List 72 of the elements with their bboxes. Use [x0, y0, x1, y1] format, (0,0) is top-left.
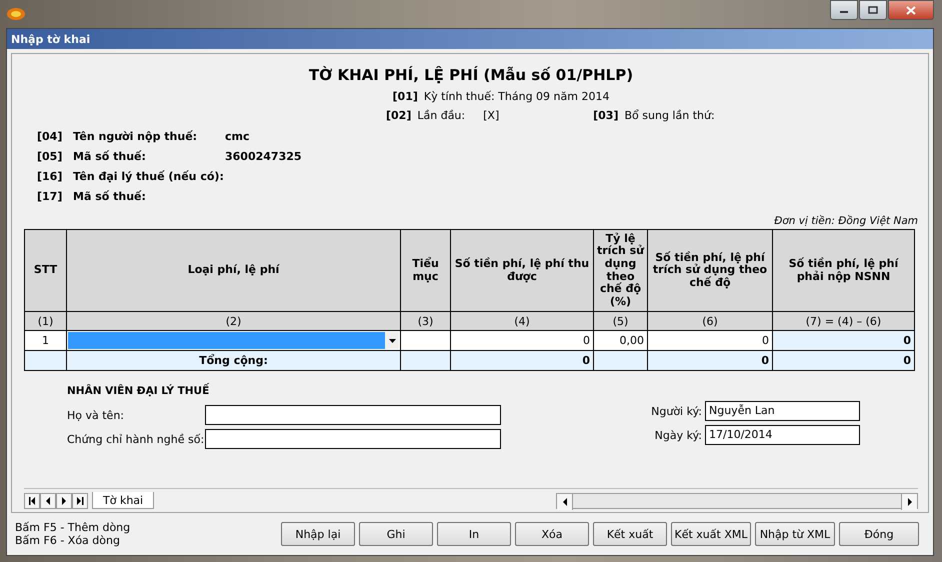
total-label: Tổng cộng:: [66, 350, 400, 370]
app-logo-icon: [6, 6, 26, 22]
column-number: (3): [400, 312, 450, 330]
field-label: Ngày ký:: [654, 428, 702, 442]
maximize-icon: [868, 6, 878, 14]
field-label: Mã số thuế:: [73, 150, 147, 163]
field-label: Lần đầu:: [417, 109, 466, 122]
action-button[interactable]: Kết xuất: [593, 522, 667, 546]
field-code: [02]: [386, 109, 412, 122]
field-label: Họ và tên:: [67, 408, 126, 422]
field-label: Tên đại lý thuế (nếu có):: [73, 170, 225, 183]
column-number: (5): [594, 312, 648, 330]
table-cell: 0: [772, 330, 914, 350]
table-cell[interactable]: 0: [648, 330, 772, 350]
caret-icon: [388, 338, 396, 342]
section-heading: NHÂN VIÊN ĐẠI LÝ THUẾ: [67, 385, 210, 397]
column-header: Tỷ lệ trích sử dụng theo chế độ (%): [594, 230, 648, 312]
minimize-button[interactable]: [830, 0, 858, 20]
field-label: Bổ sung lần thứ:: [624, 109, 715, 122]
column-header: Số tiền phí, lệ phí phải nộp NSNN: [772, 230, 914, 312]
column-header: Số tiền phí, lệ phí trích sử dụng theo chế độ: [648, 230, 772, 312]
input-field[interactable]: 17/10/2014: [705, 425, 860, 445]
column-number: (1): [24, 312, 66, 330]
table-cell: 0: [772, 350, 914, 370]
form-title: TỜ KHAI PHÍ, LỆ PHÍ (Mẫu số 01/PHLP): [308, 66, 634, 84]
field-value: [X]: [483, 109, 500, 122]
close-button[interactable]: [888, 0, 934, 20]
column-number: (6): [648, 312, 772, 330]
column-number: (4): [450, 312, 594, 330]
field-code: [16]: [37, 170, 64, 183]
table-cell: 0: [648, 350, 772, 370]
maximize-button[interactable]: [859, 0, 887, 20]
table-cell[interactable]: 0: [450, 330, 594, 350]
field-code: [04]: [37, 130, 64, 143]
field-label: Chứng chỉ hành nghề số:: [67, 432, 205, 446]
action-button[interactable]: Xóa: [515, 522, 589, 546]
action-button[interactable]: Nhập lại: [281, 522, 355, 546]
input-field[interactable]: [205, 405, 501, 425]
field-value: 3600247325: [225, 150, 303, 163]
column-number: (2): [66, 312, 400, 330]
input-field[interactable]: Nguyễn Lan: [705, 401, 860, 421]
column-header: Tiểu mục: [400, 230, 450, 312]
action-button[interactable]: In: [437, 522, 511, 546]
action-button[interactable]: Đóng: [839, 522, 919, 546]
shortcut-hint: Bấm F5 - Thêm dòng: [15, 521, 130, 534]
dialog-title: Nhập tờ khai: [7, 29, 933, 49]
fee-type-dropdown[interactable]: [66, 330, 400, 350]
field-label: Người ký:: [651, 404, 702, 418]
column-header: Số tiền phí, lệ phí thu được: [450, 230, 594, 312]
close-icon: [906, 6, 916, 14]
field-code: [01]: [392, 90, 418, 103]
input-field[interactable]: [205, 429, 501, 449]
column-number: (7) = (4) – (6): [772, 312, 914, 330]
field-value: cmc: [225, 130, 251, 143]
column-header: STT: [24, 230, 66, 312]
field-code: [17]: [37, 190, 64, 203]
currency-note: Đơn vị tiền: Đồng Việt Nam: [774, 215, 918, 227]
field-code: [03]: [593, 109, 618, 122]
table-cell: 0: [450, 350, 594, 370]
table-cell[interactable]: 0,00: [594, 330, 648, 350]
sheet-tab[interactable]: Tờ khai: [92, 492, 154, 509]
action-button[interactable]: Nhập từ XML: [755, 522, 835, 546]
field-label: Mã số thuế:: [73, 190, 147, 203]
action-button[interactable]: Ghi: [359, 522, 433, 546]
horizontal-scrollbar[interactable]: [556, 492, 918, 508]
shortcut-hint: Bấm F6 - Xóa dòng: [15, 534, 121, 547]
table-cell: 1: [24, 330, 66, 350]
column-header: Loại phí, lệ phí: [66, 230, 400, 312]
field-code: [05]: [37, 150, 64, 163]
field-label: Tên người nộp thuế:: [73, 130, 198, 143]
period-label: Kỳ tính thuế: Tháng 09 năm 2014: [424, 90, 610, 103]
action-button[interactable]: Kết xuất XML: [671, 522, 751, 546]
